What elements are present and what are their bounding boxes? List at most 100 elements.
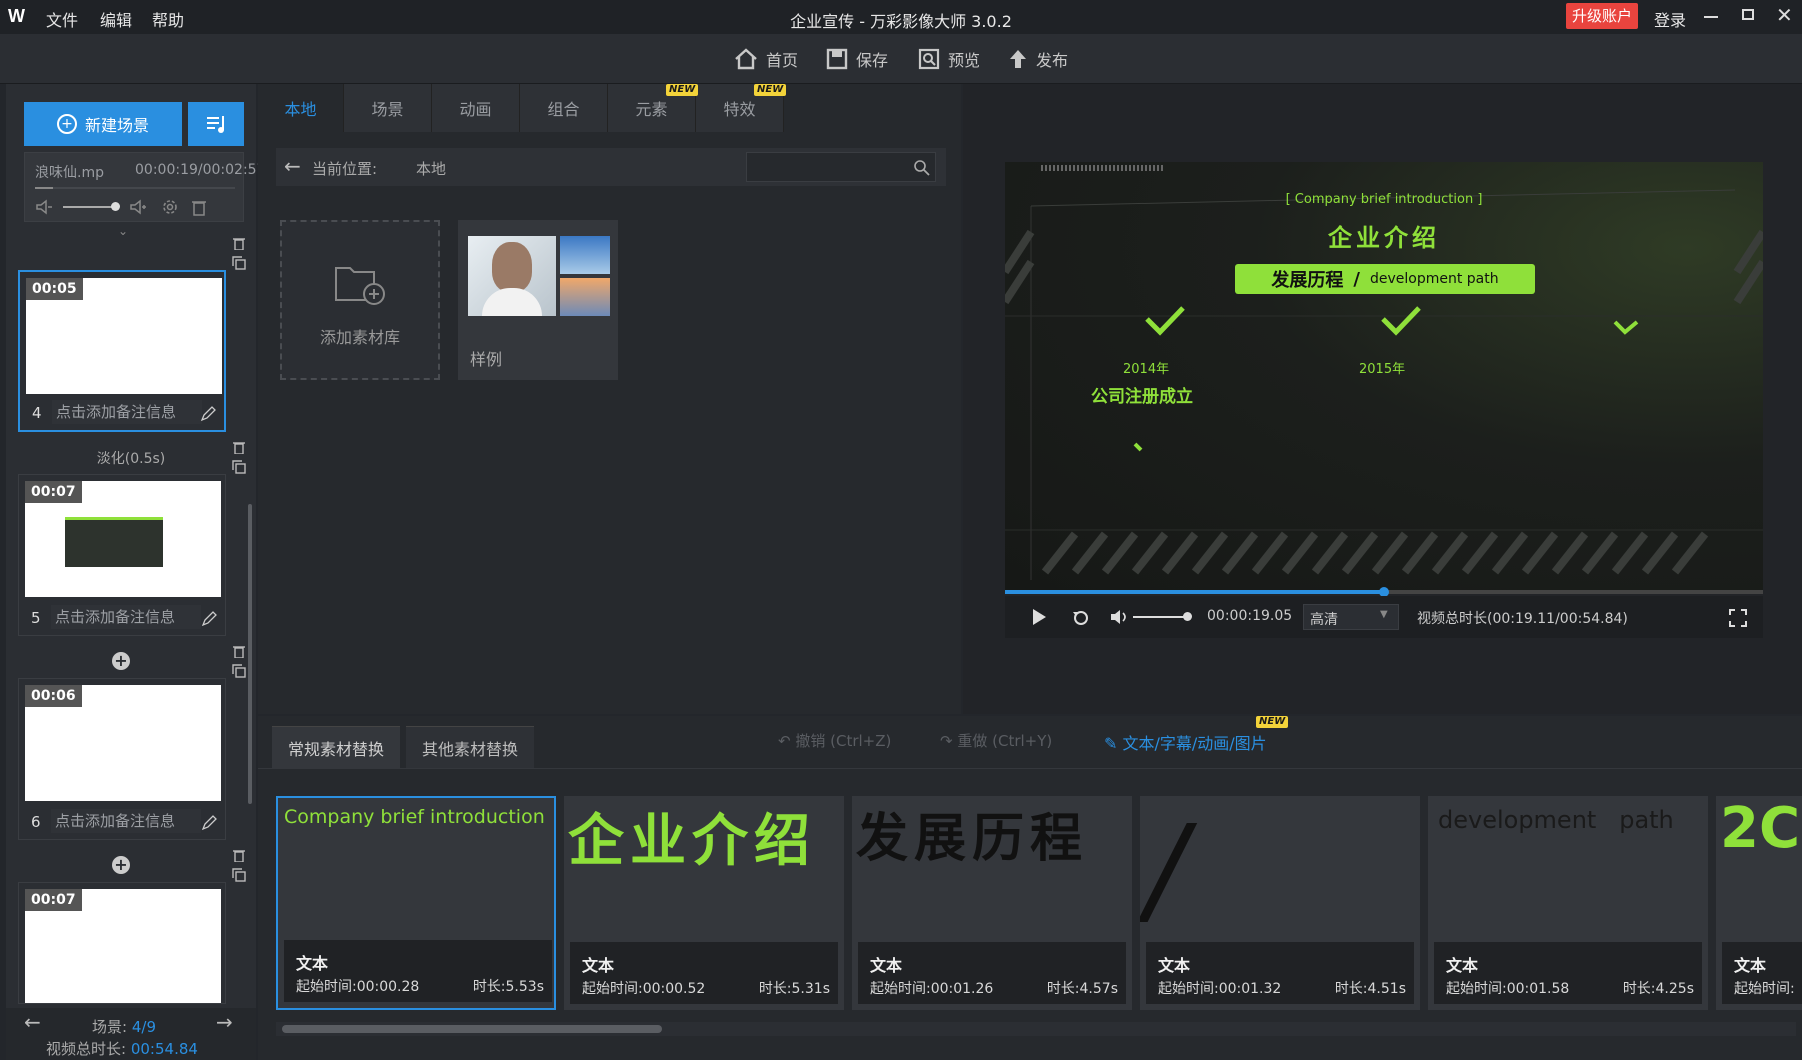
tab-other-replace[interactable]: 其他素材替换 (406, 726, 534, 768)
edit-pencil-icon[interactable] (200, 406, 216, 422)
scene-count-label: 场景: (92, 1018, 128, 1036)
card-start-time: 起始时间:00:01.32 (1158, 981, 1282, 997)
next-scene-arrow-icon[interactable]: → (216, 1010, 233, 1034)
add-transition-icon[interactable]: + (112, 856, 130, 874)
card-preview-text: 企业介绍 (568, 809, 816, 874)
volume-handle[interactable] (1183, 612, 1192, 621)
copy-scene-icon[interactable] (232, 256, 246, 270)
current-time: 00:00:19.05 (1207, 608, 1293, 624)
edit-pencil-icon[interactable] (201, 815, 217, 831)
card-type-label: 文本 (1158, 956, 1191, 975)
delete-scene-icon[interactable] (232, 848, 246, 862)
tab-group[interactable]: 组合 (520, 84, 608, 132)
copy-scene-icon[interactable] (232, 460, 246, 474)
audio-progress[interactable] (35, 187, 235, 189)
redo-button[interactable]: ↷ 重做 (Ctrl+Y) (940, 730, 1052, 751)
volume-down-icon[interactable] (35, 199, 53, 215)
add-library-button[interactable]: 添加素材库 (280, 220, 440, 380)
event-2014-text: 公司注册成立 (1091, 387, 1193, 407)
volume-slider[interactable] (1133, 616, 1187, 618)
audio-volume-handle[interactable] (111, 202, 120, 211)
scene-item-6[interactable]: 00:06 6 点击添加备注信息 (18, 678, 226, 840)
material-card-2[interactable]: 企业介绍 文本 起始时间:00:00.52 时长:5.31s (564, 796, 844, 1010)
preview-button[interactable]: 预览 (918, 46, 980, 72)
horizontal-scrollbar[interactable] (276, 1022, 1796, 1036)
new-scene-button[interactable]: + 新建场景 (24, 102, 182, 146)
scene-item-7[interactable]: 00:07 (18, 882, 226, 1004)
main-toolbar: 首页 保存 预览 发布 (0, 34, 1802, 84)
sample-label: 样例 (470, 350, 503, 369)
material-card-4[interactable]: / 文本 起始时间:00:01.32 时长:4.51s (1140, 796, 1420, 1010)
scene-duration: 00:06 (25, 685, 82, 707)
scroll-up-chevron-icon[interactable]: ⌄ (118, 224, 128, 238)
tab-local[interactable]: 本地 (258, 84, 344, 132)
sample-photo-sunset (560, 278, 610, 316)
back-arrow-icon[interactable]: ← (284, 154, 301, 178)
audio-time: 00:00:19/00:02:57 (135, 162, 266, 178)
banner-cn-text: 发展历程 (1271, 270, 1344, 291)
card-duration: 时长:4.51s (1334, 981, 1406, 997)
main-title-text: 企业介绍 (1328, 224, 1440, 252)
play-icon[interactable] (1031, 608, 1047, 626)
material-card-6[interactable]: 2C 文本 起始时间: (1716, 796, 1802, 1010)
tab-scene[interactable]: 场景 (344, 84, 432, 132)
home-button[interactable]: 首页 (734, 46, 798, 72)
scene-scrollbar[interactable] (248, 504, 252, 804)
material-card-5[interactable]: development path 文本起始时间:00:01.58 时长:4.25s (1428, 796, 1708, 1010)
title-bar: W 文件 编辑 帮助 企业宣传 - 万彩影像大师 3.0.2 升级账户 登录 ✕ (0, 0, 1802, 34)
upload-icon (1010, 50, 1026, 68)
volume-icon[interactable] (1109, 608, 1129, 626)
scene-note-input[interactable]: 点击添加备注信息 (51, 809, 201, 833)
publish-button[interactable]: 发布 (1008, 46, 1068, 72)
audio-volume-slider[interactable] (63, 206, 115, 208)
new-badge: NEW (666, 84, 699, 96)
fullscreen-icon[interactable] (1729, 609, 1747, 627)
transition-label[interactable]: 淡化(0.5s) (6, 448, 256, 468)
prev-scene-arrow-icon[interactable]: ← (24, 1010, 41, 1034)
scene-number: 5 (31, 609, 41, 627)
minimize-icon[interactable] (1704, 16, 1718, 18)
material-card-1[interactable]: Company brief introduction 文本 起始时间:00:00.… (276, 796, 556, 1010)
material-card-3[interactable]: 发展历程 文本 起始时间:00:01.26 时长:4.57s (852, 796, 1132, 1010)
quality-select[interactable]: 高清 ▼ (1303, 604, 1399, 630)
music-list-button[interactable] (188, 102, 244, 146)
edit-pencil-icon[interactable] (201, 611, 217, 627)
replay-icon[interactable] (1071, 608, 1091, 626)
edit-text-link[interactable]: ✎ 文本/字幕/动画/图片 (1104, 730, 1267, 754)
delete-scene-icon[interactable] (232, 440, 246, 454)
sample-folder[interactable]: 样例 (458, 220, 618, 380)
card-preview-text: development path (1438, 806, 1674, 834)
tab-animation[interactable]: 动画 (432, 84, 520, 132)
maximize-icon[interactable] (1742, 9, 1754, 20)
video-duration-text: 视频总时长(00:19.11/00:54.84) (1417, 611, 1628, 627)
card-duration: 时长:4.25s (1622, 981, 1694, 997)
trash-icon[interactable] (191, 198, 207, 216)
delete-scene-icon[interactable] (232, 644, 246, 658)
card-start-time: 起始时间:00:00.28 (296, 979, 420, 995)
card-start-time: 起始时间:00:01.58 (1446, 981, 1570, 997)
scrollbar-thumb[interactable] (282, 1025, 662, 1033)
undo-button[interactable]: ↶ 撤销 (Ctrl+Z) (778, 730, 891, 751)
scene-item-5[interactable]: 00:07 5 点击添加备注信息 (18, 474, 226, 636)
volume-up-icon[interactable] (129, 199, 147, 215)
copy-scene-icon[interactable] (232, 664, 246, 678)
login-link[interactable]: 登录 (1654, 7, 1686, 31)
save-button[interactable]: 保存 (826, 46, 888, 72)
search-input[interactable] (746, 152, 936, 182)
scene-note-input[interactable]: 点击添加备注信息 (51, 605, 201, 629)
add-transition-icon[interactable]: + (112, 652, 130, 670)
card-type-label: 文本 (1734, 956, 1767, 975)
settings-gear-icon[interactable] (161, 198, 179, 216)
home-label: 首页 (766, 51, 799, 70)
card-type-label: 文本 (1446, 956, 1479, 975)
copy-scene-icon[interactable] (232, 868, 246, 882)
preview-canvas[interactable]: [ Company brief introduction ] 企业介绍 发展历程… (1005, 162, 1763, 590)
scene-item-4[interactable]: 00:05 4 点击添加备注信息 (18, 270, 226, 432)
search-icon[interactable] (914, 160, 930, 176)
sample-photo-sky (560, 236, 610, 274)
close-icon[interactable]: ✕ (1776, 3, 1793, 27)
delete-scene-icon[interactable] (232, 236, 246, 250)
tab-common-replace[interactable]: 常规素材替换 (272, 726, 400, 768)
scene-note-input[interactable]: 点击添加备注信息 (52, 400, 202, 424)
upgrade-button[interactable]: 升级账户 (1566, 3, 1638, 29)
